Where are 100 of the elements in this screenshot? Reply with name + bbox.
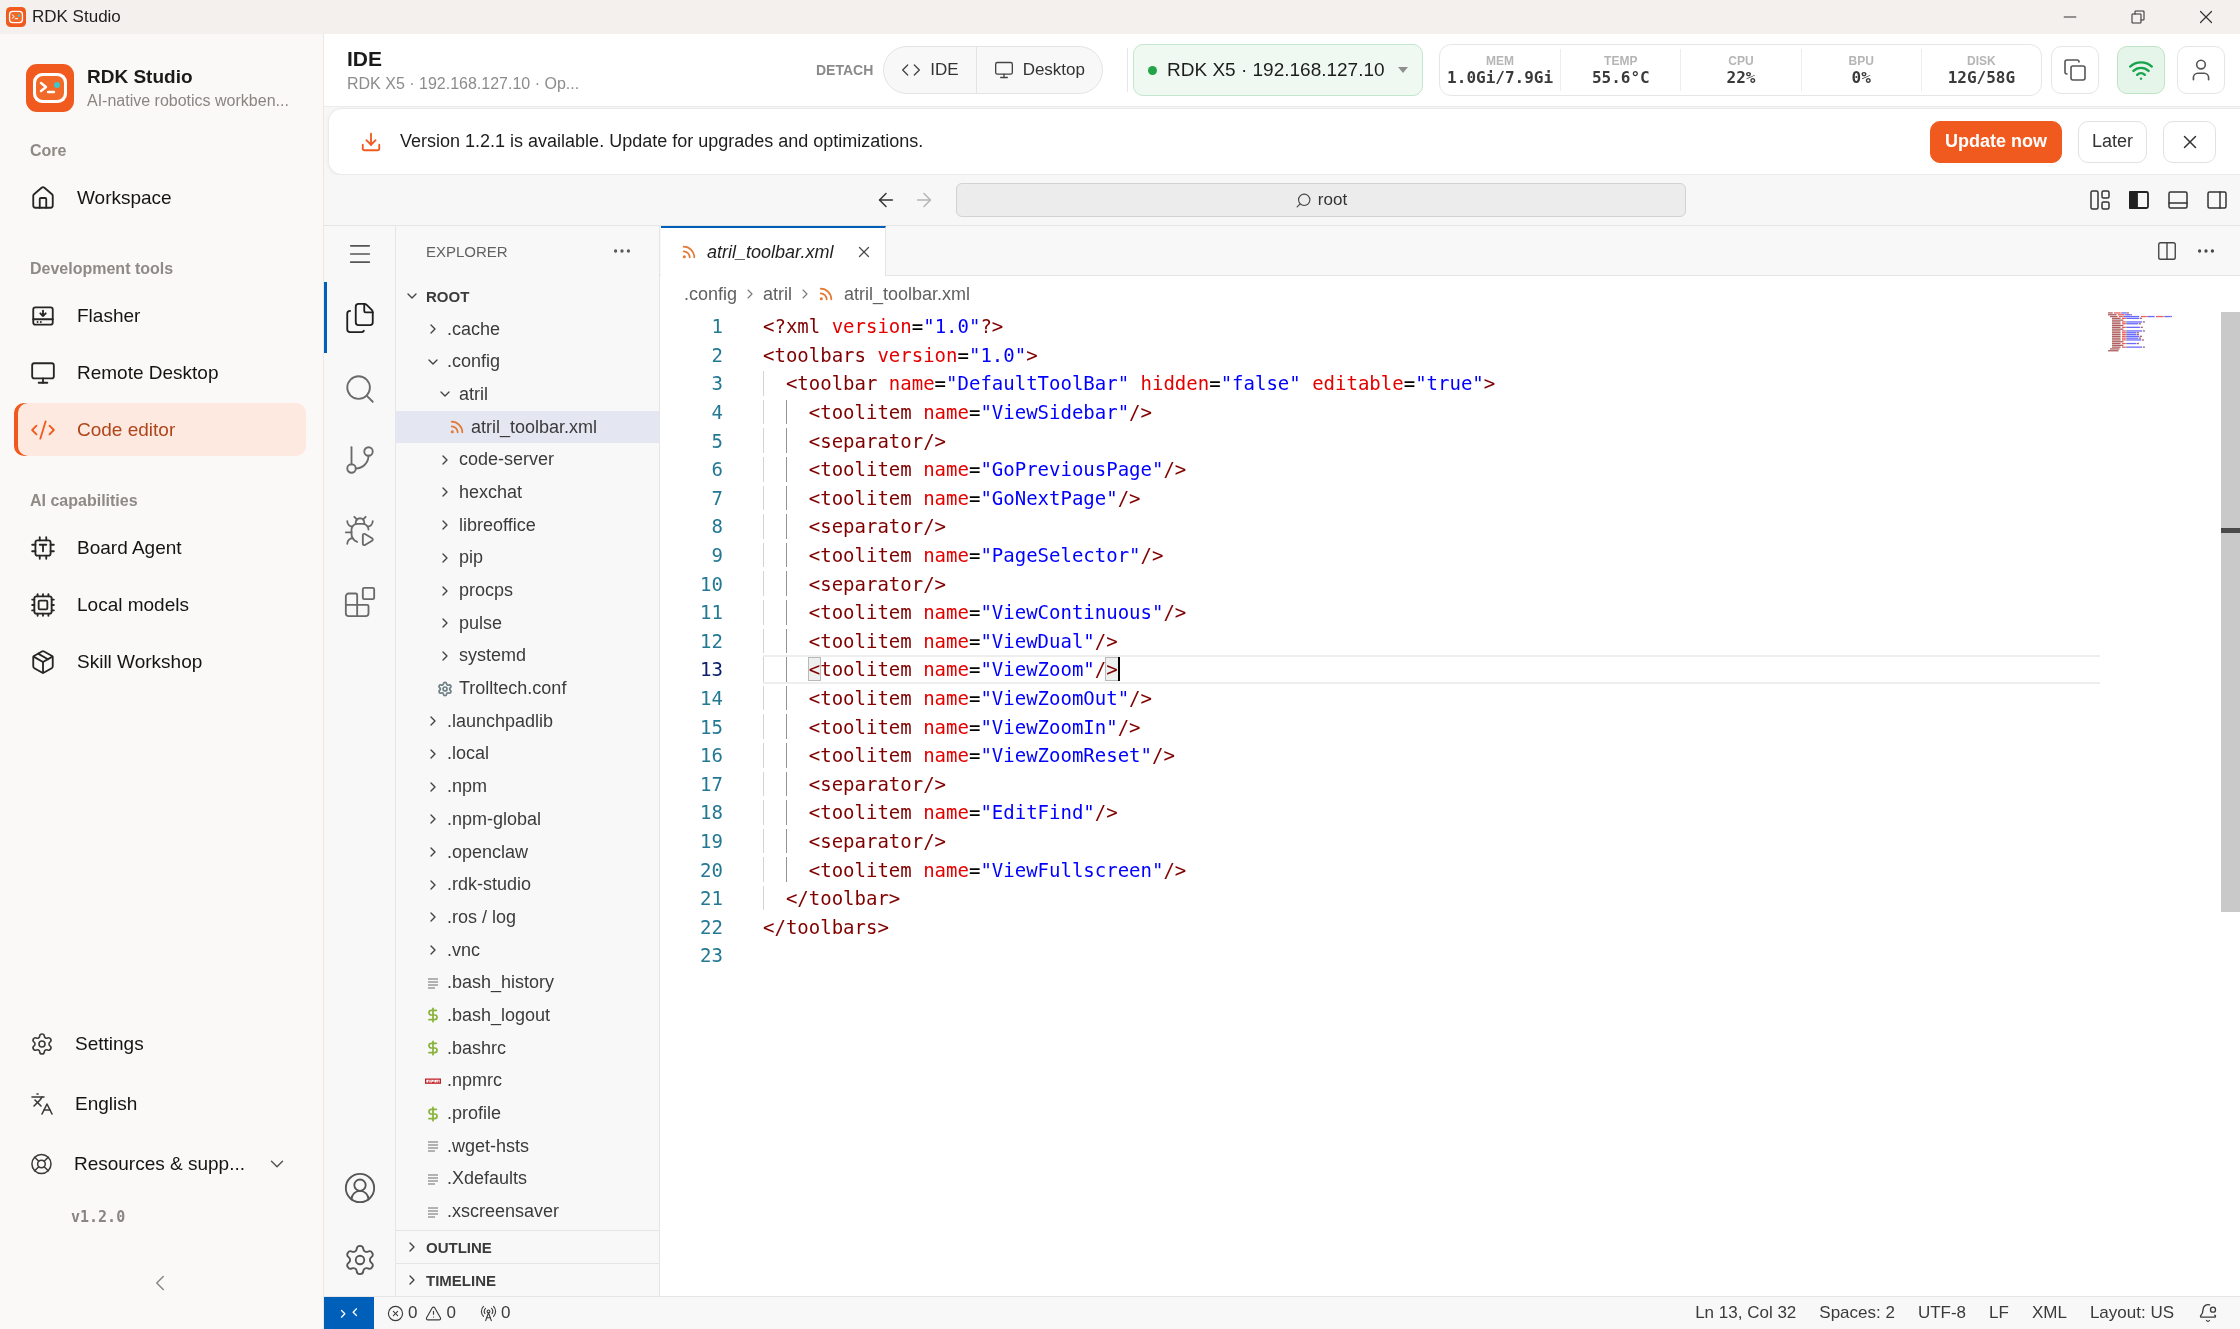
account-button[interactable] xyxy=(2177,46,2225,94)
folder-item[interactable]: .npm xyxy=(396,770,659,803)
line-number: 3 xyxy=(711,371,723,396)
folder-item[interactable]: code-server xyxy=(396,443,659,477)
file-item[interactable]: .wget-hsts xyxy=(396,1129,659,1163)
bell-icon[interactable] xyxy=(2198,1303,2218,1323)
restore-icon[interactable] xyxy=(2129,8,2147,26)
breadcrumb[interactable]: atril_toolbar.xml xyxy=(818,283,971,305)
folder-item[interactable]: .ros / log xyxy=(396,901,659,934)
stat-value: 55.6°C xyxy=(1591,67,1650,87)
folder-item[interactable]: .local xyxy=(396,737,659,771)
text-cursor xyxy=(1117,657,1120,682)
folder-item[interactable]: pip xyxy=(396,541,659,575)
folder-item[interactable]: .openclaw xyxy=(396,835,659,869)
line-number: 10 xyxy=(700,571,723,596)
line-number: 23 xyxy=(700,943,723,968)
folder-item[interactable]: ROOT xyxy=(396,280,659,313)
dismiss-button[interactable] xyxy=(2163,120,2216,163)
sidebar-toggle-icon[interactable] xyxy=(2127,188,2151,212)
collapsible-section[interactable]: OUTLINE xyxy=(396,1230,659,1263)
scrollbar-thumb[interactable] xyxy=(2221,312,2240,913)
line-number: 2 xyxy=(711,342,723,367)
code-line: <toolitem name="PageSelector"/> xyxy=(808,543,1164,568)
line-number: 19 xyxy=(700,829,723,853)
folder-item[interactable]: procps xyxy=(396,574,659,607)
layout-icon[interactable] xyxy=(2088,188,2112,212)
lines-icon xyxy=(425,1138,441,1155)
folder-item[interactable]: .config xyxy=(396,345,659,379)
nav-item[interactable]: Flasher xyxy=(14,289,306,342)
code-line: <toolitem name="ViewZoomOut"/> xyxy=(808,686,1152,710)
line-number: 15 xyxy=(700,714,723,739)
search-field[interactable]: root xyxy=(956,183,1686,217)
code-line: <toolbars version="1.0"> xyxy=(763,342,1038,367)
nav-item[interactable]: Remote Desktop xyxy=(14,346,306,399)
caret-icon xyxy=(1398,67,1408,73)
file-item[interactable]: .profile xyxy=(396,1097,659,1130)
file-item[interactable]: .bash_history xyxy=(396,966,659,1000)
wifi-button[interactable] xyxy=(2117,46,2165,94)
account-icon[interactable] xyxy=(342,1171,377,1205)
device-select[interactable]: RDK X5 · 192.168.127.10 xyxy=(1133,44,1423,96)
folder-item[interactable]: .launchpadlib xyxy=(396,704,659,738)
folder-item[interactable]: .cache xyxy=(396,312,659,346)
folder-item[interactable]: .vnc xyxy=(396,933,659,967)
code-line: <toolitem name="ViewZoom"/> xyxy=(808,657,1118,682)
code-line: <toolitem name="ViewContinuous"/> xyxy=(808,600,1187,625)
breadcrumb[interactable]: .config xyxy=(684,283,738,305)
app-logo xyxy=(26,64,74,112)
code-line: <toolbar name="DefaultToolBar" hidden="false" editable="true"> xyxy=(785,371,1496,396)
later-button[interactable]: Later xyxy=(2077,120,2147,163)
folder-item[interactable]: .rdk-studio xyxy=(396,868,659,902)
stat-label: CPU xyxy=(1728,53,1754,68)
chip-icon xyxy=(30,534,56,561)
file-item[interactable]: .xscreensaver xyxy=(396,1195,659,1228)
nav-item[interactable]: Resources & supp... xyxy=(14,1137,306,1190)
nav-item[interactable]: Settings xyxy=(14,1017,306,1070)
warning-icon xyxy=(425,1304,443,1322)
breadcrumb[interactable]: atril xyxy=(763,283,793,305)
status-item[interactable]: XML xyxy=(2031,1303,2067,1323)
status-item[interactable]: LF xyxy=(1989,1303,2009,1323)
nav-item[interactable]: Board Agent xyxy=(14,521,306,574)
folder-item[interactable]: .npm-global xyxy=(396,803,659,836)
nav-item[interactable]: Workspace xyxy=(14,171,306,224)
copy-button[interactable] xyxy=(2051,46,2099,94)
detach-button[interactable]: IDE xyxy=(884,47,976,93)
nav-item[interactable]: Code editor xyxy=(14,403,306,456)
file-item[interactable]: .bashrc xyxy=(396,1031,659,1065)
folder-item[interactable]: systemd xyxy=(396,639,659,673)
panel-toggle-icon[interactable] xyxy=(2166,188,2190,212)
file-item[interactable]: Trolltech.conf xyxy=(396,672,659,705)
editor-tab[interactable]: atril_toolbar.xml xyxy=(661,226,886,276)
folder-item[interactable]: hexchat xyxy=(396,476,659,509)
copy-icon xyxy=(2063,58,2087,82)
rss-icon xyxy=(449,419,465,436)
stat-label: BPU xyxy=(1848,53,1874,68)
folder-item[interactable]: pulse xyxy=(396,606,659,640)
status-item[interactable]: UTF-8 xyxy=(1917,1303,1967,1323)
code-line: <toolitem name="ViewFullscreen"/> xyxy=(808,857,1187,882)
nav-item[interactable]: Skill Workshop xyxy=(14,635,306,688)
file-item[interactable]: atril_toolbar.xml xyxy=(396,410,659,444)
file-item[interactable]: .bash_logout xyxy=(396,999,659,1032)
file-item[interactable]: .npmrc xyxy=(396,1064,659,1098)
ports-button[interactable]: 0 xyxy=(479,1303,511,1323)
nav-item[interactable]: English xyxy=(14,1077,306,1130)
status-item[interactable]: Ln 13, Col 32 xyxy=(1695,1303,1797,1323)
version-label: v1.2.0 xyxy=(71,1207,126,1227)
secondary-sidebar-icon[interactable] xyxy=(2205,188,2229,212)
split-editor-icon[interactable] xyxy=(2156,239,2178,262)
line-number: 4 xyxy=(711,400,723,425)
rss-icon xyxy=(818,286,835,302)
status-item[interactable]: Layout: US xyxy=(2089,1303,2174,1323)
code-line: <toolitem name="ViewZoomIn"/> xyxy=(808,714,1141,739)
problems-button[interactable]: 0 0 xyxy=(387,1303,456,1323)
nav-item[interactable]: Local models xyxy=(14,578,306,631)
folder-item[interactable]: libreoffice xyxy=(396,508,659,542)
file-item[interactable]: .Xdefaults xyxy=(396,1162,659,1196)
folder-item[interactable]: atril xyxy=(396,378,659,411)
code-line: <?xml version="1.0"?> xyxy=(763,314,1004,339)
download-icon xyxy=(360,130,382,153)
status-item[interactable]: Spaces: 2 xyxy=(1819,1303,1895,1323)
detach-button[interactable]: Desktop xyxy=(975,47,1102,93)
